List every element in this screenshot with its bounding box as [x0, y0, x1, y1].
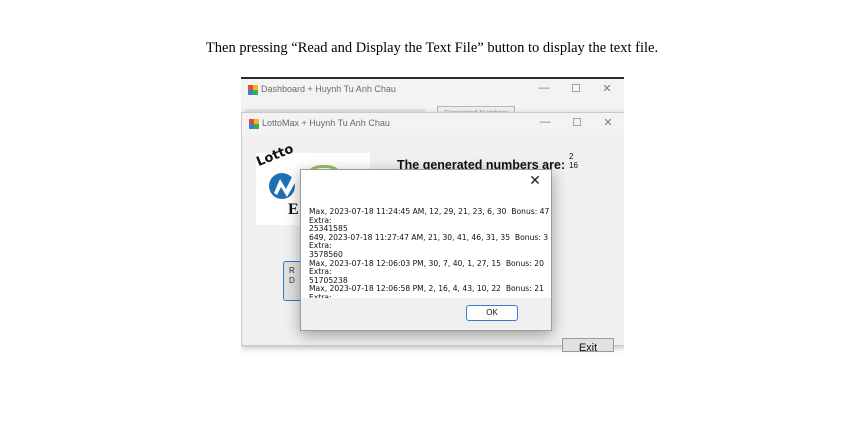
minimize-icon[interactable]: — — [535, 116, 555, 128]
minimize-icon[interactable]: — — [534, 82, 554, 94]
screenshot-top-edge — [241, 77, 624, 79]
message-box-footer: OK — [301, 298, 551, 330]
exit-button[interactable]: Exit — [562, 338, 614, 352]
ok-button[interactable]: OK — [466, 305, 518, 321]
maximize-icon[interactable]: ☐ — [566, 82, 586, 95]
app-icon — [249, 119, 259, 129]
document-caption: Then pressing “Read and Display the Text… — [205, 40, 659, 56]
message-box-text: Max, 2023-07-18 11:24:45 AM, 12, 29, 21,… — [309, 207, 550, 310]
message-box: ✕ Max, 2023-07-18 11:24:45 AM, 12, 29, 2… — [300, 169, 552, 331]
lottomax-titlebar: LottoMax + Huynh Tu Anh Chau — ☐ ✕ — [242, 113, 624, 135]
logo-text: Lotto — [254, 141, 296, 170]
logo-letters: E — [288, 201, 300, 218]
message-box-titlebar: ✕ — [301, 170, 551, 194]
generated-number: 2 — [569, 152, 574, 161]
logo-emblem-icon — [269, 173, 296, 199]
generated-numbers-list: 2 16 — [569, 152, 578, 170]
app-icon — [248, 85, 258, 95]
close-icon[interactable]: ✕ — [597, 82, 617, 95]
close-icon[interactable]: ✕ — [598, 116, 618, 129]
close-icon[interactable]: ✕ — [527, 172, 543, 189]
screenshot: Dashboard + Huynh Tu Anh Chau — ☐ ✕ Gene… — [241, 77, 624, 375]
dashboard-title: Dashboard + Huynh Tu Anh Chau — [261, 84, 396, 94]
lottomax-title: LottoMax + Huynh Tu Anh Chau — [262, 118, 390, 128]
dashboard-titlebar: Dashboard + Huynh Tu Anh Chau — ☐ ✕ — [241, 79, 624, 101]
maximize-icon[interactable]: ☐ — [567, 116, 587, 129]
generated-number: 16 — [569, 161, 578, 170]
